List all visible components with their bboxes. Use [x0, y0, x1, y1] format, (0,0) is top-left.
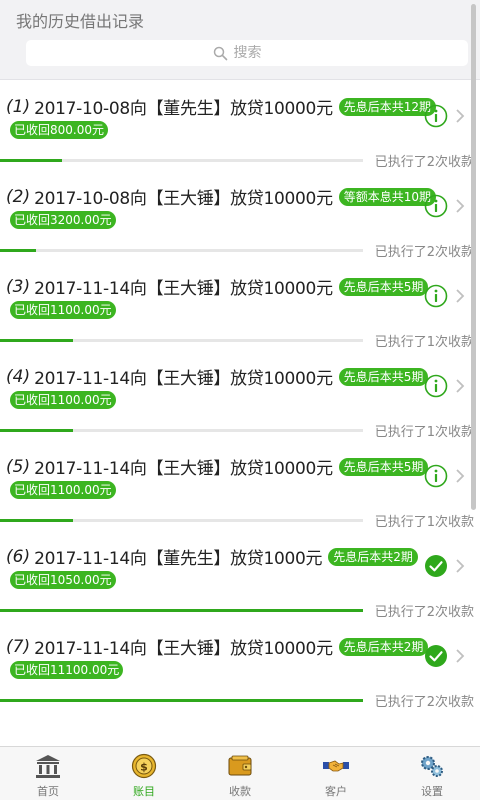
received-badge: 已收回1100.00元 [10, 481, 116, 499]
record-item[interactable]: (1) 2017-10-08向【董先生】放贷10000元 先息后本共12期 已收… [0, 80, 480, 170]
tab-accounts[interactable]: $ 账目 [96, 747, 192, 800]
info-icon[interactable] [424, 374, 448, 398]
record-item[interactable]: (6) 2017-11-14向【董先生】放贷1000元 先息后本共2期 已收回1… [0, 530, 480, 620]
execution-count: 已执行了2次收款 [374, 605, 474, 620]
record-summary: 2017-11-14向【王大锤】放贷10000元 [34, 279, 333, 299]
handshake-icon [323, 760, 349, 772]
plan-badge: 先息后本共5期 [338, 457, 429, 476]
tab-label: 账目 [133, 785, 155, 798]
tab-label: 设置 [421, 785, 443, 798]
info-icon[interactable] [424, 194, 448, 218]
record-item[interactable]: (5) 2017-11-14向【王大锤】放贷10000元 先息后本共5期 已收回… [0, 440, 480, 530]
page-title: 我的历史借出记录 [16, 12, 145, 31]
chevron-right-icon[interactable] [454, 557, 466, 575]
wallet-icon [228, 755, 252, 776]
record-index: (2) [6, 186, 31, 207]
execution-count: 已执行了1次收款 [374, 425, 474, 440]
received-badge: 已收回1100.00元 [10, 391, 116, 409]
gears-icon [421, 756, 443, 777]
received-badge: 已收回1050.00元 [10, 571, 116, 589]
progress-fill [0, 519, 73, 522]
progress-bar [0, 609, 363, 612]
search-input[interactable] [233, 45, 282, 61]
record-index: (6) [6, 546, 31, 567]
record-list: (1) 2017-10-08向【董先生】放贷10000元 先息后本共12期 已收… [0, 80, 480, 746]
progress-fill [0, 159, 62, 162]
record-summary: 2017-11-14向【王大锤】放贷10000元 [34, 639, 333, 659]
check-icon[interactable] [424, 554, 448, 578]
tab-settings[interactable]: 设置 [384, 747, 480, 800]
tab-home[interactable]: 首页 [0, 747, 96, 800]
progress-fill [0, 609, 363, 612]
record-summary: 2017-11-14向【王大锤】放贷10000元 [34, 369, 333, 389]
plan-badge: 先息后本共5期 [338, 367, 429, 386]
scrollbar[interactable] [471, 4, 476, 510]
progress-bar [0, 249, 363, 252]
progress-bar [0, 429, 363, 432]
execution-count: 已执行了2次收款 [374, 695, 474, 710]
execution-count: 已执行了1次收款 [374, 335, 474, 350]
tab-collect[interactable]: 收款 [192, 747, 288, 800]
info-icon[interactable] [424, 464, 448, 488]
record-item[interactable]: (2) 2017-10-08向【王大锤】放贷10000元 等额本息共10期 已收… [0, 170, 480, 260]
chevron-right-icon[interactable] [454, 287, 466, 305]
record-summary: 2017-10-08向【王大锤】放贷10000元 [34, 189, 333, 209]
chevron-right-icon[interactable] [454, 467, 466, 485]
plan-badge: 等额本息共10期 [338, 187, 437, 206]
progress-bar [0, 699, 363, 702]
record-index: (7) [6, 636, 31, 657]
tab-label: 收款 [229, 785, 251, 798]
plan-badge: 先息后本共12期 [338, 97, 437, 116]
search-icon [213, 46, 227, 60]
record-index: (4) [6, 366, 31, 387]
record-item[interactable]: (3) 2017-11-14向【王大锤】放贷10000元 先息后本共5期 已收回… [0, 260, 480, 350]
progress-fill [0, 339, 73, 342]
info-icon[interactable] [424, 104, 448, 128]
chevron-right-icon[interactable] [454, 377, 466, 395]
svg-text:$: $ [140, 761, 148, 774]
received-badge: 已收回11100.00元 [10, 661, 124, 679]
progress-bar [0, 339, 363, 342]
record-index: (3) [6, 276, 31, 297]
tab-label: 首页 [37, 785, 59, 798]
search-box[interactable] [26, 40, 468, 66]
tab-customers[interactable]: 客户 [288, 747, 384, 800]
plan-badge: 先息后本共2期 [338, 637, 429, 656]
received-badge: 已收回1100.00元 [10, 301, 116, 319]
chevron-right-icon[interactable] [454, 197, 466, 215]
tab-label: 客户 [325, 785, 347, 798]
record-summary: 2017-11-14向【董先生】放贷1000元 [34, 549, 323, 569]
plan-badge: 先息后本共2期 [328, 547, 418, 566]
execution-count: 已执行了2次收款 [374, 245, 474, 260]
app-screen: 我的历史借出记录 (1) 2017-10-08向【董先生】放贷10000元 先息… [0, 0, 480, 800]
plan-badge: 先息后本共5期 [338, 277, 429, 296]
header: 我的历史借出记录 [0, 0, 480, 80]
record-item[interactable]: (7) 2017-11-14向【王大锤】放贷10000元 先息后本共2期 已收回… [0, 620, 480, 710]
bottom-tab-bar: 首页 $ 账目 收款 客户 设置 [0, 746, 480, 800]
info-icon[interactable] [424, 284, 448, 308]
execution-count: 已执行了2次收款 [374, 155, 474, 170]
record-summary: 2017-10-08向【董先生】放贷10000元 [34, 99, 333, 119]
received-badge: 已收回800.00元 [10, 121, 108, 139]
chevron-right-icon[interactable] [454, 107, 466, 125]
execution-count: 已执行了1次收款 [374, 515, 474, 530]
bank-icon [36, 755, 60, 778]
progress-fill [0, 249, 37, 252]
coin-icon: $ [131, 753, 157, 779]
chevron-right-icon[interactable] [454, 647, 466, 665]
progress-fill [0, 699, 363, 702]
progress-fill [0, 429, 73, 432]
record-index: (1) [6, 96, 31, 117]
received-badge: 已收回3200.00元 [10, 211, 116, 229]
record-item[interactable]: (4) 2017-11-14向【王大锤】放贷10000元 先息后本共5期 已收回… [0, 350, 480, 440]
progress-bar [0, 159, 363, 162]
record-index: (5) [6, 456, 31, 477]
check-icon[interactable] [424, 644, 448, 668]
progress-bar [0, 519, 363, 522]
record-summary: 2017-11-14向【王大锤】放贷10000元 [34, 459, 333, 479]
